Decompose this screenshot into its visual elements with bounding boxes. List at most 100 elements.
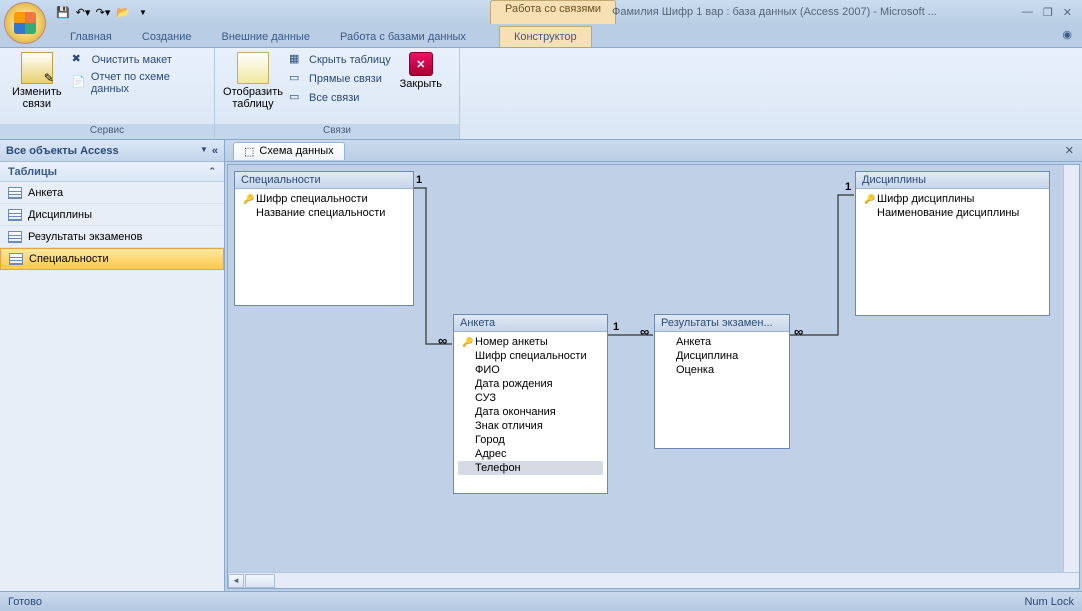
table-field[interactable]: Название специальности [239, 206, 409, 220]
group-service-label: Сервис [0, 124, 214, 139]
tab-database-tools[interactable]: Работа с базами данных [325, 26, 481, 47]
window-title: Фамилия Шифр 1 вар : база данных (Access… [612, 6, 937, 18]
table-icon [8, 231, 22, 243]
scroll-thumb[interactable] [245, 574, 275, 588]
nav-group-tables[interactable]: Таблицы ⌃ [0, 162, 224, 182]
nav-item-результаты-экзаменов[interactable]: Результаты экзаменов [0, 226, 224, 248]
close-relationships-icon: ✕ [409, 52, 433, 76]
table-window-anketa[interactable]: Анкета 🔑Номер анкетыШифр специальностиФИО… [453, 314, 608, 494]
quick-access-toolbar: 💾 ↶▾ ↷▾ 📂 ▼ [55, 4, 151, 20]
titlebar: 💾 ↶▾ ↷▾ 📂 ▼ Работа со связями Фамилия Ши… [0, 0, 1082, 24]
edit-relationships-icon: ✎ [21, 52, 53, 84]
help-icon[interactable]: ◉ [1052, 22, 1082, 47]
all-links-icon: ▭ [289, 90, 305, 106]
edit-relationships-label: Изменить связи [8, 86, 66, 110]
primary-key-icon: 🔑 [243, 194, 253, 205]
direct-links-icon: ▭ [289, 71, 305, 87]
workspace: Все объекты Access ▼« Таблицы ⌃ АнкетаДи… [0, 140, 1082, 591]
table-field[interactable]: СУЗ [458, 391, 603, 405]
redo-icon[interactable]: ↷▾ [95, 4, 111, 20]
table-header[interactable]: Анкета [454, 315, 607, 332]
table-window-results[interactable]: Результаты экзамен... АнкетаДисциплинаОце… [654, 314, 790, 449]
tab-designer[interactable]: Конструктор [499, 26, 592, 47]
office-button[interactable] [4, 2, 46, 44]
nav-item-анкета[interactable]: Анкета [0, 182, 224, 204]
tab-home[interactable]: Главная [55, 26, 127, 47]
edit-relationships-button[interactable]: ✎ Изменить связи [8, 52, 66, 110]
table-field[interactable]: Телефон [458, 461, 603, 475]
doc-close-icon[interactable]: ✕ [1065, 144, 1082, 157]
table-icon [8, 187, 22, 199]
table-field[interactable]: 🔑Шифр дисциплины [860, 192, 1045, 206]
nav-collapse-icon[interactable]: « [212, 145, 218, 157]
table-icon [8, 209, 22, 221]
schema-report-button[interactable]: 📄 Отчет по схеме данных [72, 71, 206, 95]
show-table-label: Отобразить таблицу [223, 86, 283, 110]
relationships-canvas[interactable]: 1 ∞ 1 ∞ ∞ 1 Специальности🔑Шифр специальн… [227, 164, 1080, 589]
table-field[interactable]: Город [458, 433, 603, 447]
window-controls: — ❐ ✕ [1022, 6, 1082, 19]
rel-cardinality-one: 1 [416, 174, 422, 186]
main-area: ⬚ Схема данных ✕ 1 ∞ 1 ∞ ∞ 1 Специальнос… [225, 140, 1082, 591]
context-tab-wrap: Работа со связями [490, 0, 616, 24]
table-field[interactable]: Анкета [659, 335, 785, 349]
close-button[interactable]: ✕ Закрыть [397, 52, 445, 90]
clear-layout-icon: ✖ [72, 52, 88, 68]
tab-create[interactable]: Создание [127, 26, 207, 47]
context-tab-relations[interactable]: Работа со связями [490, 0, 616, 24]
status-bar: Готово Num Lock [0, 591, 1082, 611]
table-field[interactable]: Дата окончания [458, 405, 603, 419]
primary-key-icon: 🔑 [462, 337, 472, 348]
table-header[interactable]: Специальности [235, 172, 413, 189]
table-field[interactable]: Дата рождения [458, 377, 603, 391]
table-field[interactable]: 🔑Шифр специальности [239, 192, 409, 206]
rel-cardinality-one: 1 [845, 181, 851, 193]
horizontal-scrollbar[interactable]: ◄ [228, 572, 1079, 588]
nav-item-дисциплины[interactable]: Дисциплины [0, 204, 224, 226]
nav-header[interactable]: Все объекты Access ▼« [0, 140, 224, 162]
restore-icon[interactable]: ❐ [1043, 6, 1053, 19]
close-icon[interactable]: ✕ [1063, 6, 1072, 19]
save-icon[interactable]: 💾 [55, 4, 71, 20]
table-window-specialnosti[interactable]: Специальности 🔑Шифр специальностиНазвание… [234, 171, 414, 306]
table-window-discipliny[interactable]: Дисциплины 🔑Шифр дисциплиныНаименование д… [855, 171, 1050, 316]
nav-item-специальности[interactable]: Специальности [0, 248, 224, 270]
ribbon-tabs: Главная Создание Внешние данные Работа с… [0, 24, 1082, 48]
relationships-icon: ⬚ [244, 145, 254, 158]
scroll-left-icon[interactable]: ◄ [228, 574, 244, 588]
show-table-icon [237, 52, 269, 84]
table-header[interactable]: Дисциплины [856, 172, 1049, 189]
table-header[interactable]: Результаты экзамен... [655, 315, 789, 332]
table-field[interactable]: ФИО [458, 363, 603, 377]
table-field[interactable]: Оценка [659, 363, 785, 377]
chevron-up-icon: ⌃ [208, 166, 216, 177]
rel-cardinality-many: ∞ [640, 324, 649, 339]
all-links-button[interactable]: ▭ Все связи [289, 90, 391, 106]
minimize-icon[interactable]: — [1022, 6, 1033, 19]
show-table-button[interactable]: Отобразить таблицу [223, 52, 283, 110]
table-field[interactable]: Знак отличия [458, 419, 603, 433]
table-field[interactable]: Адрес [458, 447, 603, 461]
direct-links-button[interactable]: ▭ Прямые связи [289, 71, 391, 87]
table-icon [9, 253, 23, 265]
doc-tab-schema[interactable]: ⬚ Схема данных [233, 142, 345, 160]
undo-icon[interactable]: ↶▾ [75, 4, 91, 20]
rel-cardinality-one: 1 [613, 321, 619, 333]
status-numlock: Num Lock [1024, 596, 1074, 608]
hide-table-icon: ▦ [289, 52, 305, 68]
table-field[interactable]: 🔑Номер анкеты [458, 335, 603, 349]
open-folder-icon[interactable]: 📂 [115, 4, 131, 20]
nav-dropdown-icon[interactable]: ▼ [200, 145, 208, 157]
rel-cardinality-many: ∞ [438, 333, 447, 348]
group-links-label: Связи [215, 124, 459, 139]
tab-external-data[interactable]: Внешние данные [207, 26, 325, 47]
table-field[interactable]: Шифр специальности [458, 349, 603, 363]
qat-dropdown-icon[interactable]: ▼ [135, 4, 151, 20]
hide-table-button[interactable]: ▦ Скрыть таблицу [289, 52, 391, 68]
close-label: Закрыть [400, 78, 442, 90]
vertical-scrollbar[interactable] [1063, 165, 1079, 572]
table-field[interactable]: Наименование дисциплины [860, 206, 1045, 220]
table-field[interactable]: Дисциплина [659, 349, 785, 363]
clear-layout-button[interactable]: ✖ Очистить макет [72, 52, 206, 68]
navigation-pane: Все объекты Access ▼« Таблицы ⌃ АнкетаДи… [0, 140, 225, 591]
